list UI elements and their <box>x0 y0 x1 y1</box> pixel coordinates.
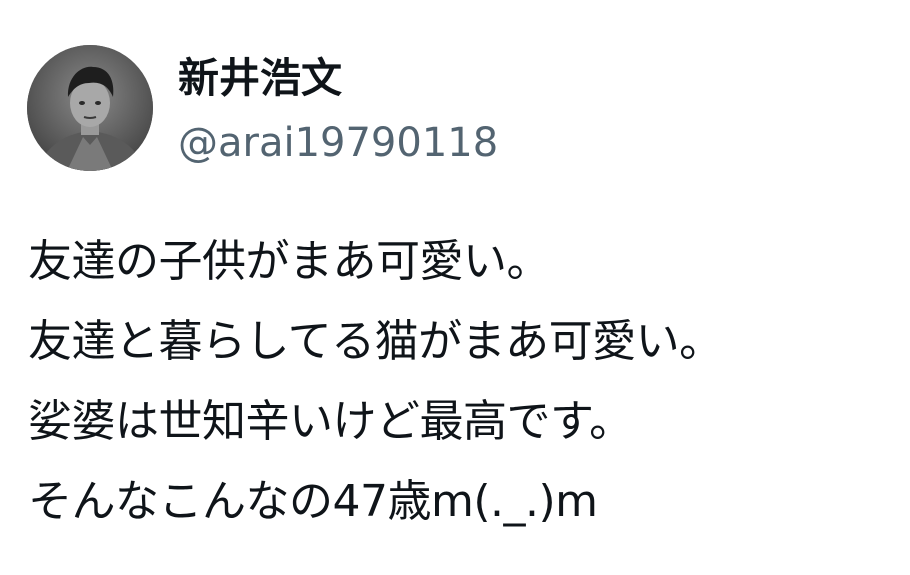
tweet-line: そんなこんなの47歳m(._.)m <box>28 476 598 527</box>
tweet-text: 友達の子供がまあ可愛い。 友達と暮らしてる猫がまあ可愛い。 娑婆は世知辛いけど最… <box>28 222 898 542</box>
tweet-line: 娑婆は世知辛いけど最高です。 <box>28 396 633 447</box>
profile-photo-icon <box>27 45 153 171</box>
author-handle[interactable]: @arai19790118 <box>178 118 498 168</box>
tweet-card: 新井浩文 @arai19790118 友達の子供がまあ可愛い。 友達と暮らしてる… <box>0 0 910 575</box>
author-display-name[interactable]: 新井浩文 <box>178 52 342 104</box>
tweet-line: 友達と暮らしてる猫がまあ可愛い。 <box>28 316 723 367</box>
avatar[interactable] <box>27 45 153 171</box>
tweet-line: 友達の子供がまあ可愛い。 <box>28 236 551 287</box>
